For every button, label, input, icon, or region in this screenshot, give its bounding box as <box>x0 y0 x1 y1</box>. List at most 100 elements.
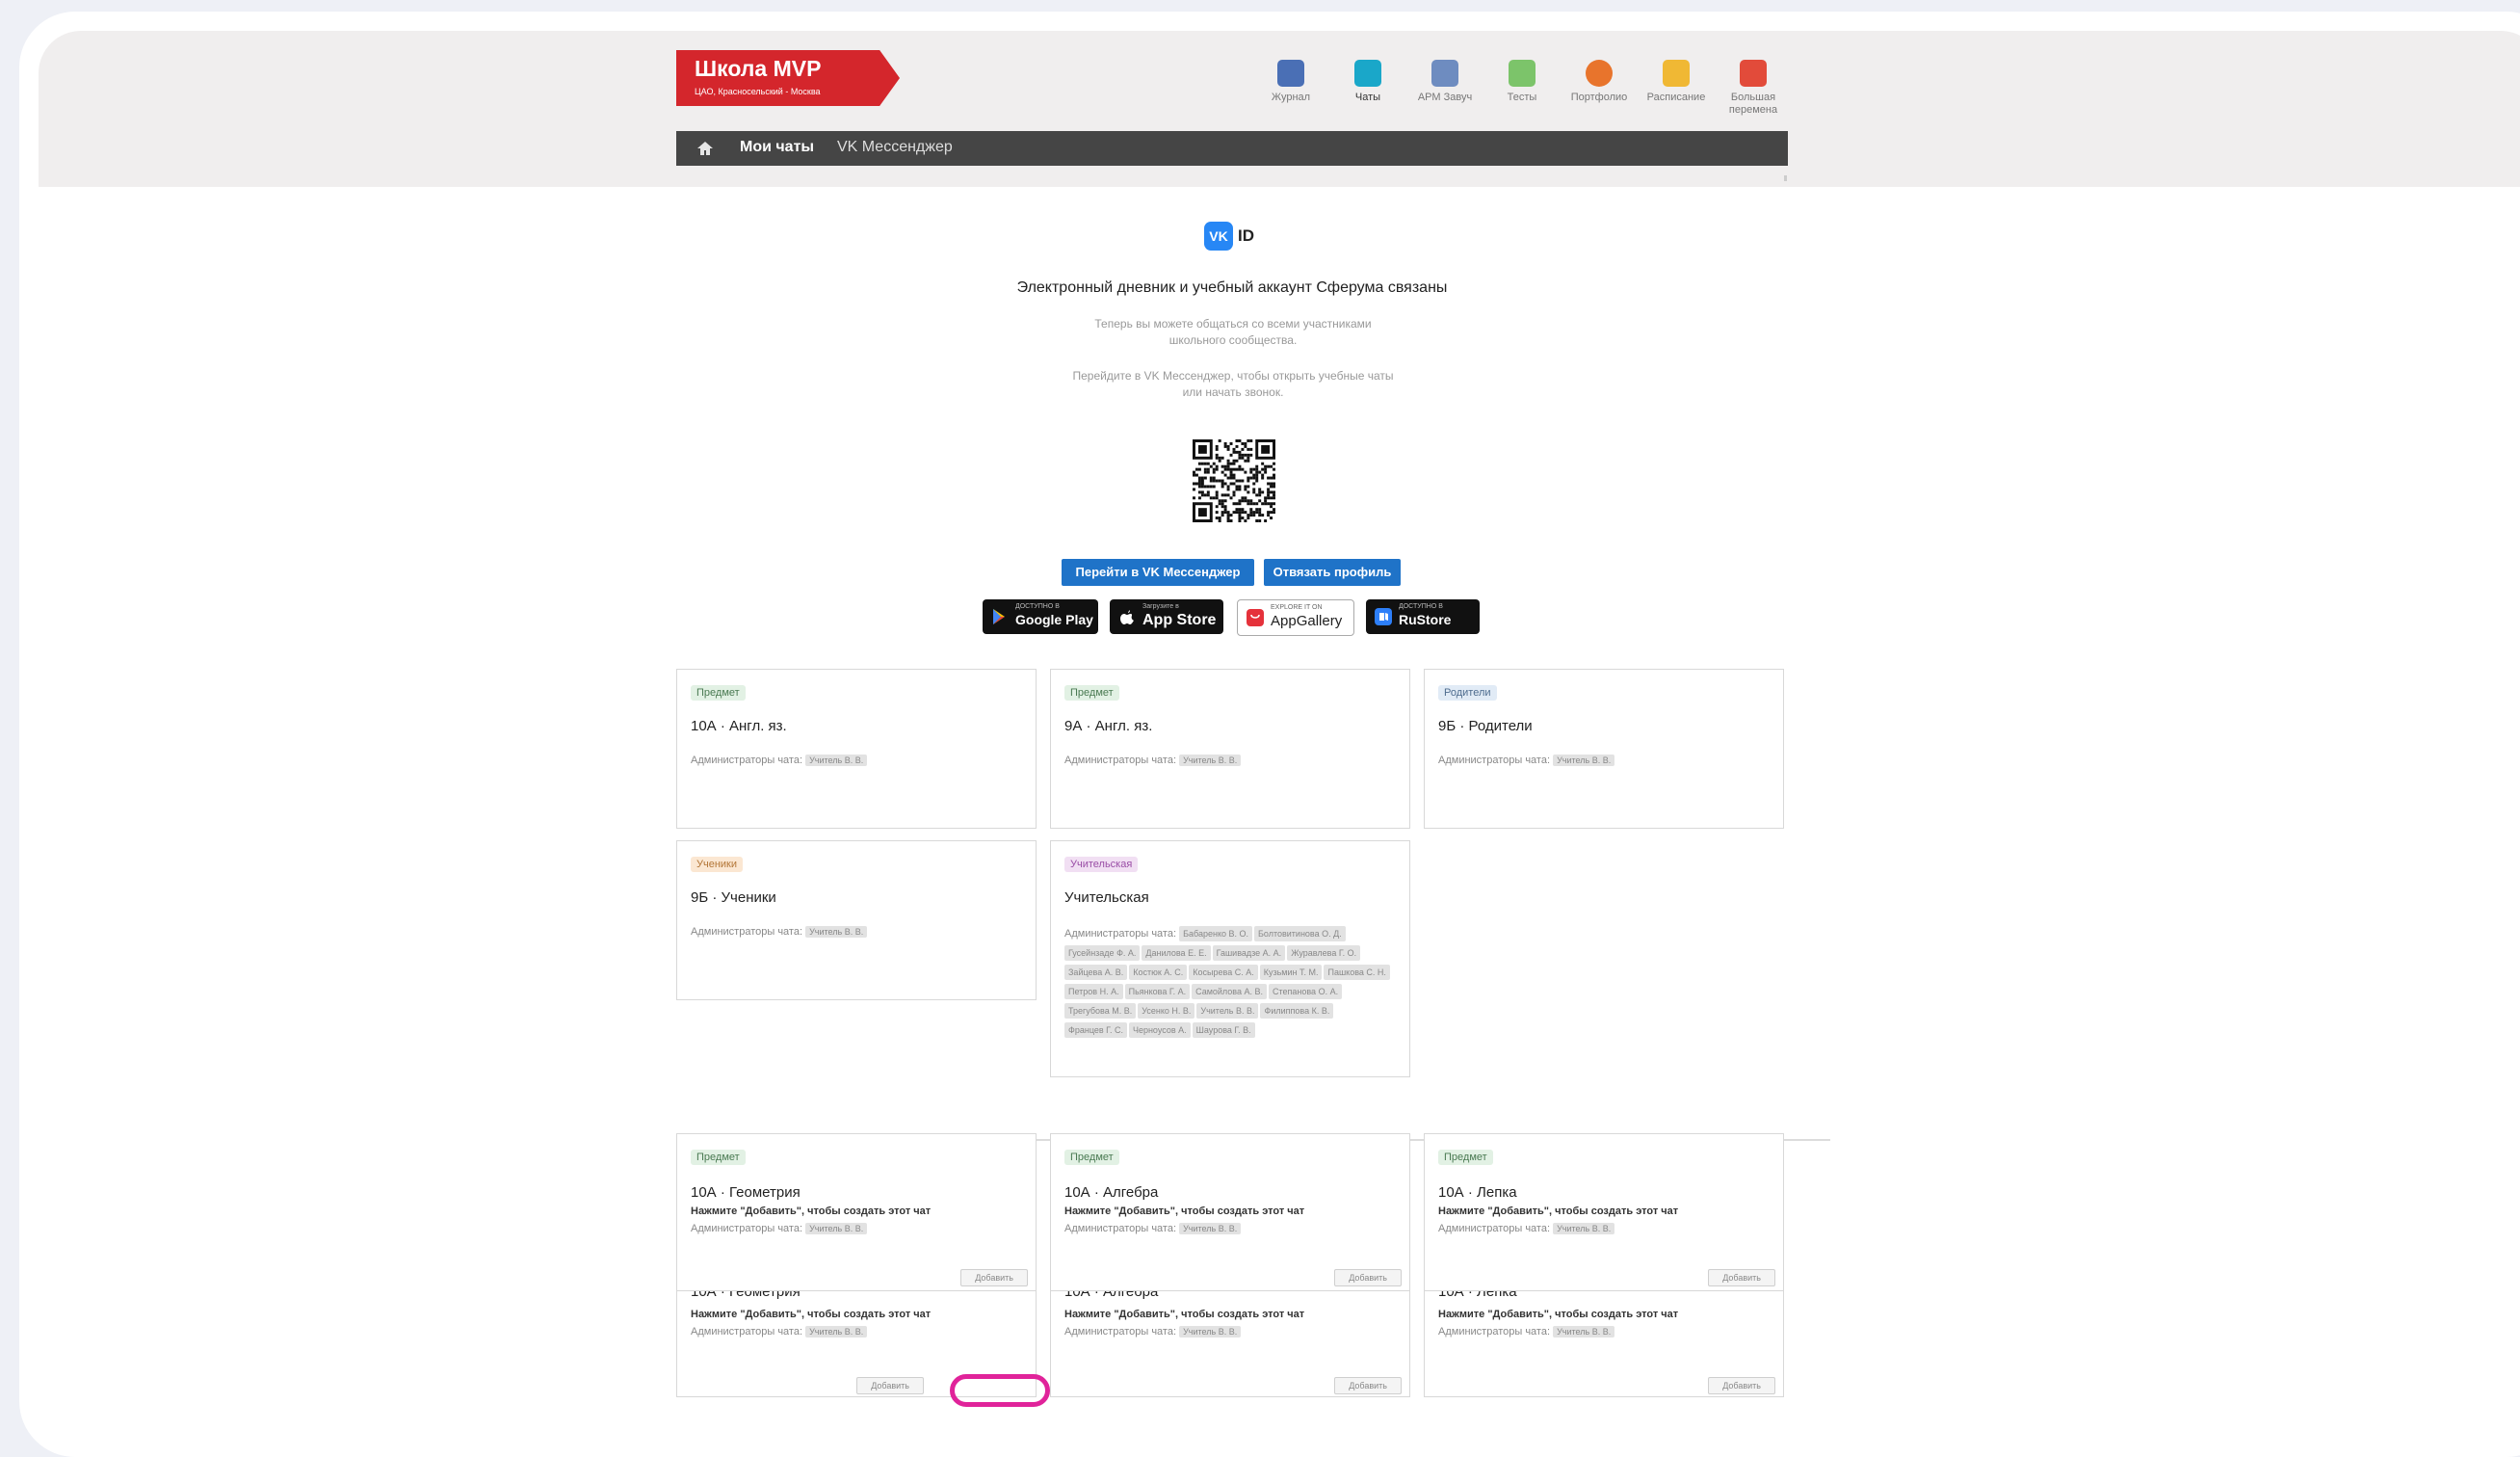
app-store-badge[interactable]: Загрузите в App Store <box>1110 599 1223 634</box>
admin-chip[interactable]: Францев Г. С. <box>1064 1022 1127 1038</box>
store-caption: EXPLORE IT ON <box>1271 604 1323 611</box>
add-chat-button[interactable]: Добавить <box>960 1269 1028 1286</box>
admin-chip[interactable]: Шаурова Г. В. <box>1192 1022 1255 1038</box>
chat-admins: Администраторы чата: Учитель В. В. <box>1064 1326 1243 1341</box>
school-address: ЦАО, Красносельский - Москва <box>695 87 821 96</box>
chat-card[interactable]: Учительская Учительская Администраторы чат… <box>1050 840 1410 1077</box>
breadcrumb-vk-messenger[interactable]: VK Мессенджер <box>837 139 953 156</box>
add-chat-button[interactable]: Добавить <box>1708 1269 1775 1286</box>
admin-chip[interactable]: Учитель В. В. <box>1179 755 1242 766</box>
store-name: AppGallery <box>1271 613 1343 629</box>
admin-chip[interactable]: Косырева С. А. <box>1189 965 1258 980</box>
admins-label: Администраторы чата: <box>1438 1223 1551 1234</box>
new-chat-card[interactable]: Предмет 10А · Лепка Нажмите "Добавить", чт… <box>1424 1133 1784 1291</box>
admin-chip[interactable]: Журавлева Г. О. <box>1287 945 1361 961</box>
home-icon[interactable] <box>696 139 715 158</box>
admin-chip[interactable]: Бабаренко В. О. <box>1179 926 1252 941</box>
qr-code <box>1193 439 1275 522</box>
admin-chip[interactable]: Гашивадзе А. А. <box>1212 945 1286 961</box>
chat-card[interactable]: Предмет 9А · Англ. яз. Администраторы чата… <box>1050 669 1410 829</box>
add-chat-button[interactable]: Добавить <box>1334 1269 1402 1286</box>
nav-item-3[interactable]: Тесты <box>1483 60 1561 104</box>
admin-chip[interactable]: Кузьмин Т. М. <box>1259 965 1323 980</box>
create-chat-hint: Нажмите "Добавить", чтобы создать этот ч… <box>1064 1205 1305 1217</box>
chat-title: 10А · Лепка <box>1438 1291 1517 1300</box>
new-chat-card-duplicate[interactable]: 10А · Алгебра Нажмите "Добавить", чтобы с… <box>1050 1291 1410 1397</box>
journal-icon <box>1277 60 1304 87</box>
nav-label: АРМ Завуч <box>1417 92 1473 103</box>
rustore-badge[interactable]: ДОСТУПНО В RuStore <box>1366 599 1480 634</box>
description-1: Теперь вы можете общаться со всеми участ… <box>1094 317 1372 347</box>
create-chat-hint: Нажмите "Добавить", чтобы создать этот ч… <box>1438 1205 1679 1217</box>
new-chat-card[interactable]: Предмет 10А · Геометрия Нажмите "Добавить"… <box>676 1133 1037 1291</box>
breadcrumb-my-chats[interactable]: Мои чаты <box>740 139 814 156</box>
add-chat-button[interactable]: Добавить <box>1708 1377 1775 1394</box>
chat-title: 9А · Англ. яз. <box>1064 718 1153 734</box>
portfolio-pie-icon <box>1586 60 1613 87</box>
admin-chip[interactable]: Степанова О. А. <box>1269 984 1343 999</box>
admin-chip[interactable]: Трегубова М. В. <box>1064 1003 1137 1019</box>
chat-admins: Администраторы чата: Учитель В. В. <box>691 926 869 941</box>
admin-chip[interactable]: Учитель В. В. <box>1196 1003 1259 1019</box>
admin-chip[interactable]: Черноусов А. <box>1128 1022 1191 1038</box>
admin-chip[interactable]: Самойлова А. В. <box>1192 984 1267 999</box>
nav-item-5[interactable]: Расписание <box>1638 60 1715 104</box>
chat-title: 9Б · Родители <box>1438 718 1533 734</box>
schedule-icon <box>1663 60 1690 87</box>
nav-item-6[interactable]: Большая перемена <box>1715 60 1792 117</box>
chat-card[interactable]: Ученики 9Б · Ученики Администраторы чата: … <box>676 840 1037 1000</box>
appgallery-badge[interactable]: EXPLORE IT ON AppGallery <box>1237 599 1354 636</box>
admin-chip[interactable]: Усенко Н. В. <box>1138 1003 1195 1019</box>
nav-item-4[interactable]: Портфолио <box>1561 60 1638 104</box>
nav-item-1[interactable]: Чаты <box>1329 60 1406 160</box>
store-caption: ДОСТУПНО В <box>1015 603 1060 610</box>
admin-chip[interactable]: Учитель В. В. <box>1553 1223 1615 1234</box>
page-viewport: Школа MVP ЦАО, Красносельский - Москва Ж… <box>39 31 2520 1421</box>
store-name: App Store <box>1142 612 1217 628</box>
admins-label: Администраторы чата: <box>691 1326 803 1338</box>
admin-chip[interactable]: Учитель В. В. <box>1179 1223 1242 1234</box>
admin-chip[interactable]: Учитель В. В. <box>1179 1326 1242 1338</box>
chat-admins: Администраторы чата: Учитель В. В. <box>1438 1223 1616 1238</box>
admin-chip[interactable]: Учитель В. В. <box>805 1326 868 1338</box>
admin-chip[interactable]: Гусейнзаде Ф. А. <box>1064 945 1141 961</box>
admin-chip[interactable]: Болтовитинова О. Д. <box>1254 926 1346 941</box>
chat-card[interactable]: Родители 9Б · Родители Администраторы чата… <box>1424 669 1784 829</box>
school-logo[interactable]: Школа MVP ЦАО, Красносельский - Москва <box>676 50 900 106</box>
admin-chip[interactable]: Пьянкова Г. А. <box>1124 984 1191 999</box>
chat-card[interactable]: Предмет 10А · Англ. яз. Администраторы чат… <box>676 669 1037 829</box>
google-play-badge[interactable]: ДОСТУПНО В Google Play <box>983 599 1098 634</box>
nav-item-0[interactable]: Журнал <box>1252 60 1329 104</box>
apple-icon <box>1120 610 1134 624</box>
head-teacher-icon <box>1431 60 1458 87</box>
new-chat-card-duplicate[interactable]: 10А · Лепка Нажмите "Добавить", чтобы соз… <box>1424 1291 1784 1397</box>
open-vk-messenger-button[interactable]: Перейти в VK Мессенджер <box>1062 559 1254 586</box>
admin-chip[interactable]: Данилова Е. Е. <box>1142 945 1211 961</box>
admin-chip[interactable]: Учитель В. В. <box>805 755 868 766</box>
admins-label: Администраторы чата: <box>1064 1223 1177 1234</box>
admin-chip[interactable]: Филиппова К. В. <box>1260 1003 1334 1019</box>
admin-chip[interactable]: Учитель В. В. <box>1553 755 1615 766</box>
admin-chip[interactable]: Учитель В. В. <box>805 1223 868 1234</box>
admin-chip[interactable]: Учитель В. В. <box>1553 1326 1615 1338</box>
chat-icon <box>1354 60 1381 87</box>
add-chat-button[interactable]: Добавить <box>1334 1377 1402 1394</box>
new-chat-card[interactable]: Предмет 10А · Алгебра Нажмите "Добавить", … <box>1050 1133 1410 1291</box>
admin-chip[interactable]: Пашкова С. Н. <box>1324 965 1390 980</box>
admins-label: Администраторы чата: <box>1438 1326 1551 1338</box>
admin-chip[interactable]: Зайцева А. В. <box>1064 965 1128 980</box>
unlink-profile-button[interactable]: Отвязать профиль <box>1264 559 1401 586</box>
chat-type-badge: Родители <box>1438 685 1497 701</box>
nav-item-2[interactable]: АРМ Завуч <box>1406 60 1483 104</box>
admin-chip[interactable]: Костюк А. С. <box>1129 965 1188 980</box>
admins-label: Администраторы чата: <box>1064 755 1177 766</box>
add-chat-button[interactable]: Добавить <box>856 1377 924 1394</box>
chat-type-badge: Учительская <box>1064 857 1139 872</box>
admin-chip[interactable]: Петров Н. А. <box>1064 984 1123 999</box>
create-chat-hint: Нажмите "Добавить", чтобы создать этот ч… <box>691 1205 932 1217</box>
chat-title: 10А · Алгебра <box>1064 1291 1159 1300</box>
admin-chip[interactable]: Учитель В. В. <box>805 926 868 938</box>
store-name: Google Play <box>1015 612 1093 627</box>
add-button-highlight <box>950 1374 1050 1407</box>
description-2: Перейдите в VK Мессенджер, чтобы открыть… <box>1072 369 1394 399</box>
